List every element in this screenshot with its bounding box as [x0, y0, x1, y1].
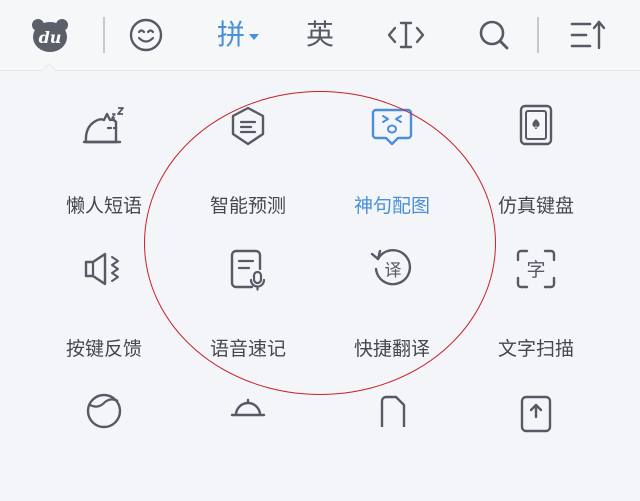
tile-meme-image[interactable]: 神句配图 [320, 86, 464, 217]
emoji-button[interactable] [124, 0, 168, 70]
logo-pointer-fill [42, 64, 56, 71]
document-icon [380, 395, 406, 427]
collapse-icon [570, 20, 606, 50]
english-mode-button[interactable]: 英 [298, 0, 342, 70]
tile-label: 仿真键盘 [497, 195, 574, 217]
tile-smart-predict[interactable]: 智能预测 [176, 86, 320, 217]
emoji-icon [129, 18, 163, 52]
tile-realistic-keyboard[interactable]: 仿真键盘 [464, 86, 608, 217]
tile-label: 懒人短语 [65, 195, 142, 217]
search-button[interactable] [472, 0, 516, 70]
keyboard-toolbar: du 拼 英 [0, 0, 640, 71]
du-logo-icon: du [32, 19, 68, 52]
voice-note-icon [230, 249, 266, 291]
pinyin-mode-button[interactable]: 拼 [206, 0, 270, 70]
quick-translate-icon: 译 [370, 249, 412, 286]
tile-row3-4[interactable] [464, 371, 608, 501]
smart-predict-icon [231, 106, 265, 146]
cursor-move-icon [387, 21, 425, 49]
tile-label: 快捷翻译 [353, 338, 430, 360]
scan-glyph: 字 [526, 259, 545, 281]
upload-icon [520, 395, 552, 433]
lazy-cat-icon [82, 107, 124, 144]
logo-text: du [39, 28, 62, 47]
tile-label: 语音速记 [209, 338, 286, 360]
key-feedback-icon [84, 252, 119, 286]
search-icon [479, 20, 509, 50]
helmet-icon [230, 398, 266, 417]
tile-label: 智能预测 [209, 195, 286, 217]
tile-row3-2[interactable] [176, 371, 320, 501]
tile-row3-1[interactable] [32, 371, 176, 501]
tile-voice-note[interactable]: 语音速记 [176, 229, 320, 360]
english-label: 英 [305, 18, 334, 51]
translate-glyph: 译 [385, 261, 402, 281]
feature-grid: 懒人短语 智能预测 神句配图 仿真键盘 按键反馈 语音速记 译 快捷翻译 字 文… [0, 71, 640, 433]
toolbar-divider [537, 17, 539, 53]
tile-label: 文字扫描 [497, 338, 574, 360]
tile-label: 神句配图 [353, 195, 430, 217]
pinyin-label: 拼 [216, 18, 245, 51]
meme-image-icon [371, 108, 413, 146]
globe-icon [86, 393, 122, 429]
cursor-move-button[interactable] [384, 0, 428, 70]
toolbar-divider [103, 17, 105, 53]
chevron-down-icon [249, 34, 259, 40]
tile-text-scan[interactable]: 字 文字扫描 [464, 229, 608, 360]
realistic-keyboard-icon [519, 104, 553, 146]
tile-label: 按键反馈 [65, 338, 142, 360]
tile-row3-3[interactable] [320, 371, 464, 501]
text-scan-icon: 字 [516, 249, 556, 289]
tile-quick-translate[interactable]: 译 快捷翻译 [320, 229, 464, 360]
tile-key-feedback[interactable]: 按键反馈 [32, 229, 176, 360]
collapse-button[interactable] [566, 0, 610, 70]
tile-lazy-phrases[interactable]: 懒人短语 [32, 86, 176, 217]
du-logo-button[interactable]: du [28, 0, 72, 70]
